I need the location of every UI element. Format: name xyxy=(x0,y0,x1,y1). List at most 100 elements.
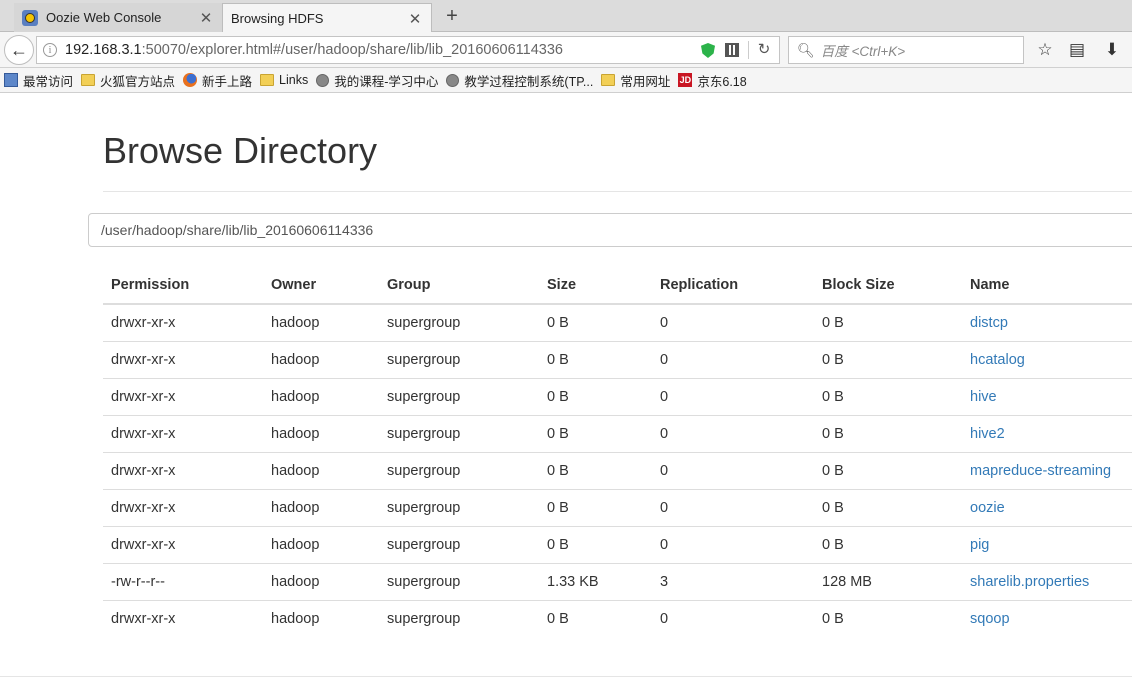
block-size-cell: 0 B xyxy=(814,599,962,637)
close-tab-icon[interactable]: ✕ xyxy=(198,9,214,27)
file-name-link[interactable]: sqoop xyxy=(970,611,1010,627)
bookmark-firefox-official[interactable]: 火狐官方站点 xyxy=(81,71,175,90)
file-name-link[interactable]: hive xyxy=(970,389,997,405)
file-name-link[interactable]: oozie xyxy=(970,500,1005,516)
table-row: drwxr-xr-x hadoop supergroup 0 B00 Bhive xyxy=(103,377,1132,415)
tab-title: Browsing HDFS xyxy=(231,11,324,26)
column-header-replication[interactable]: Replication xyxy=(652,266,814,305)
search-input[interactable]: 🔍︎ 百度 <Ctrl+K> xyxy=(788,36,1024,64)
file-name-link[interactable]: sharelib.properties xyxy=(970,574,1089,590)
tab-strip: Oozie Web Console ✕ Browsing HDFS ✕ + xyxy=(0,0,1132,33)
group-cell: supergroup xyxy=(379,562,539,600)
size-cell: 0 B xyxy=(539,340,652,378)
owner-cell: hadoop xyxy=(263,414,379,452)
bookmark-label: 火狐官方站点 xyxy=(100,74,176,89)
permission-cell: drwxr-xr-x xyxy=(103,488,263,526)
bookmark-common-sites[interactable]: 常用网址 xyxy=(601,71,670,90)
permission-cell: drwxr-xr-x xyxy=(103,414,263,452)
block-size-cell: 0 B xyxy=(814,303,962,341)
folder-icon xyxy=(260,74,275,86)
tab-browsing-hdfs[interactable]: Browsing HDFS ✕ xyxy=(222,3,432,33)
back-arrow-icon[interactable]: ← xyxy=(4,35,34,65)
file-name-link[interactable]: hive2 xyxy=(970,426,1005,442)
name-cell: hive2 xyxy=(962,414,1132,452)
bookmark-jd[interactable]: JD 京东6.18 xyxy=(678,71,747,90)
replication-cell: 0 xyxy=(652,488,814,526)
most-visited-icon xyxy=(4,73,18,87)
file-name-link[interactable]: pig xyxy=(970,537,989,553)
name-cell: hcatalog xyxy=(962,340,1132,378)
bookmark-my-courses[interactable]: 我的课程-学习中心 xyxy=(316,71,438,90)
url-host: 192.168.3.1 xyxy=(65,42,142,58)
jd-icon: JD xyxy=(678,73,693,87)
file-name-link[interactable]: hcatalog xyxy=(970,352,1025,368)
bookmark-most-visited[interactable]: 最常访问 xyxy=(4,71,73,90)
search-icon: 🔍︎ xyxy=(797,41,815,58)
directory-path-input[interactable] xyxy=(88,213,1132,247)
column-header-permission[interactable]: Permission xyxy=(103,266,263,305)
qr-code-icon[interactable] xyxy=(725,43,739,57)
bookmark-star-icon[interactable]: ☆ xyxy=(1034,39,1056,61)
column-header-block-size[interactable]: Block Size xyxy=(814,266,962,305)
column-header-name[interactable]: Name xyxy=(962,266,1132,305)
owner-cell: hadoop xyxy=(263,562,379,600)
table-row: -rw-r--r-- hadoop supergroup 1.33 KB 3 128 MB… xyxy=(103,562,1132,600)
firefox-icon xyxy=(183,73,198,87)
tab-oozie-web-console[interactable]: Oozie Web Console ✕ xyxy=(14,3,222,32)
permission-cell: drwxr-xr-x xyxy=(103,340,263,378)
shield-icon[interactable] xyxy=(701,43,715,58)
owner-cell: hadoop xyxy=(263,488,379,526)
size-cell: 0 B xyxy=(539,488,652,526)
new-tab-plus-icon[interactable]: + xyxy=(440,4,464,28)
file-name-link[interactable]: mapreduce-streaming xyxy=(970,463,1111,479)
group-cell: supergroup xyxy=(379,340,539,378)
size-cell: 0 B xyxy=(539,451,652,489)
bookmark-label: 最常访问 xyxy=(23,74,74,89)
permission-cell: drwxr-xr-x xyxy=(103,599,263,637)
bookmark-links[interactable]: Links xyxy=(260,73,308,87)
replication-cell: 0 xyxy=(652,377,814,415)
block-size-cell: 0 B xyxy=(814,340,962,378)
group-cell: supergroup xyxy=(379,451,539,489)
replication-cell: 0 xyxy=(652,451,814,489)
bookmark-teaching-system[interactable]: 教学过程控制系统(TP... xyxy=(446,71,593,90)
bookmark-label: 教学过程控制系统(TP... xyxy=(464,74,594,89)
table-row: drwxr-xr-x hadoop supergroup 0 B00 Bhcatalo… xyxy=(103,340,1132,378)
file-name-link[interactable]: distcp xyxy=(970,315,1008,331)
table-header-row: Permission Owner Group Size Replication … xyxy=(103,266,1132,305)
bookmarks-bar: 最常访问 火狐官方站点 新手上路 Links 我的课程-学习中心 教学过程控制系… xyxy=(0,68,1132,93)
block-size-cell: 0 B xyxy=(814,525,962,563)
divider xyxy=(0,676,1132,677)
download-arrow-icon[interactable]: ⬇ xyxy=(1101,39,1123,61)
reading-list-icon[interactable]: ▤ xyxy=(1066,39,1088,61)
name-cell: hive xyxy=(962,377,1132,415)
bookmark-label: 常用网址 xyxy=(620,74,671,89)
size-cell: 0 B xyxy=(539,525,652,563)
name-cell: sqoop xyxy=(962,599,1132,637)
block-size-cell: 0 B xyxy=(814,377,962,415)
size-cell: 0 B xyxy=(539,414,652,452)
globe-icon xyxy=(316,73,330,87)
folder-icon xyxy=(81,74,96,86)
table-row: drwxr-xr-x hadoop supergroup 0 B00 Bmapredu… xyxy=(103,451,1132,489)
bookmark-label: 我的课程-学习中心 xyxy=(334,74,439,89)
column-header-owner[interactable]: Owner xyxy=(263,266,379,305)
column-header-group[interactable]: Group xyxy=(379,266,539,305)
close-tab-icon[interactable]: ✕ xyxy=(407,10,423,28)
column-header-size[interactable]: Size xyxy=(539,266,652,305)
size-cell: 0 B xyxy=(539,599,652,637)
group-cell: supergroup xyxy=(379,488,539,526)
replication-cell: 0 xyxy=(652,525,814,563)
table-row: drwxr-xr-x hadoop supergroup 0 B00 Bhive2 xyxy=(103,414,1132,452)
block-size-cell: 0 B xyxy=(814,414,962,452)
name-cell: oozie xyxy=(962,488,1132,526)
permission-cell: -rw-r--r-- xyxy=(103,562,263,600)
site-info-icon[interactable]: i xyxy=(43,43,57,57)
reload-icon[interactable]: ↻ xyxy=(755,40,773,60)
owner-cell: hadoop xyxy=(263,303,379,341)
permission-cell: drwxr-xr-x xyxy=(103,303,263,341)
bookmark-getting-started[interactable]: 新手上路 xyxy=(183,71,252,90)
tab-title: Oozie Web Console xyxy=(46,10,162,25)
address-bar[interactable]: i 192.168.3.1:50070/explorer.html#/user/… xyxy=(36,36,780,64)
owner-cell: hadoop xyxy=(263,451,379,489)
